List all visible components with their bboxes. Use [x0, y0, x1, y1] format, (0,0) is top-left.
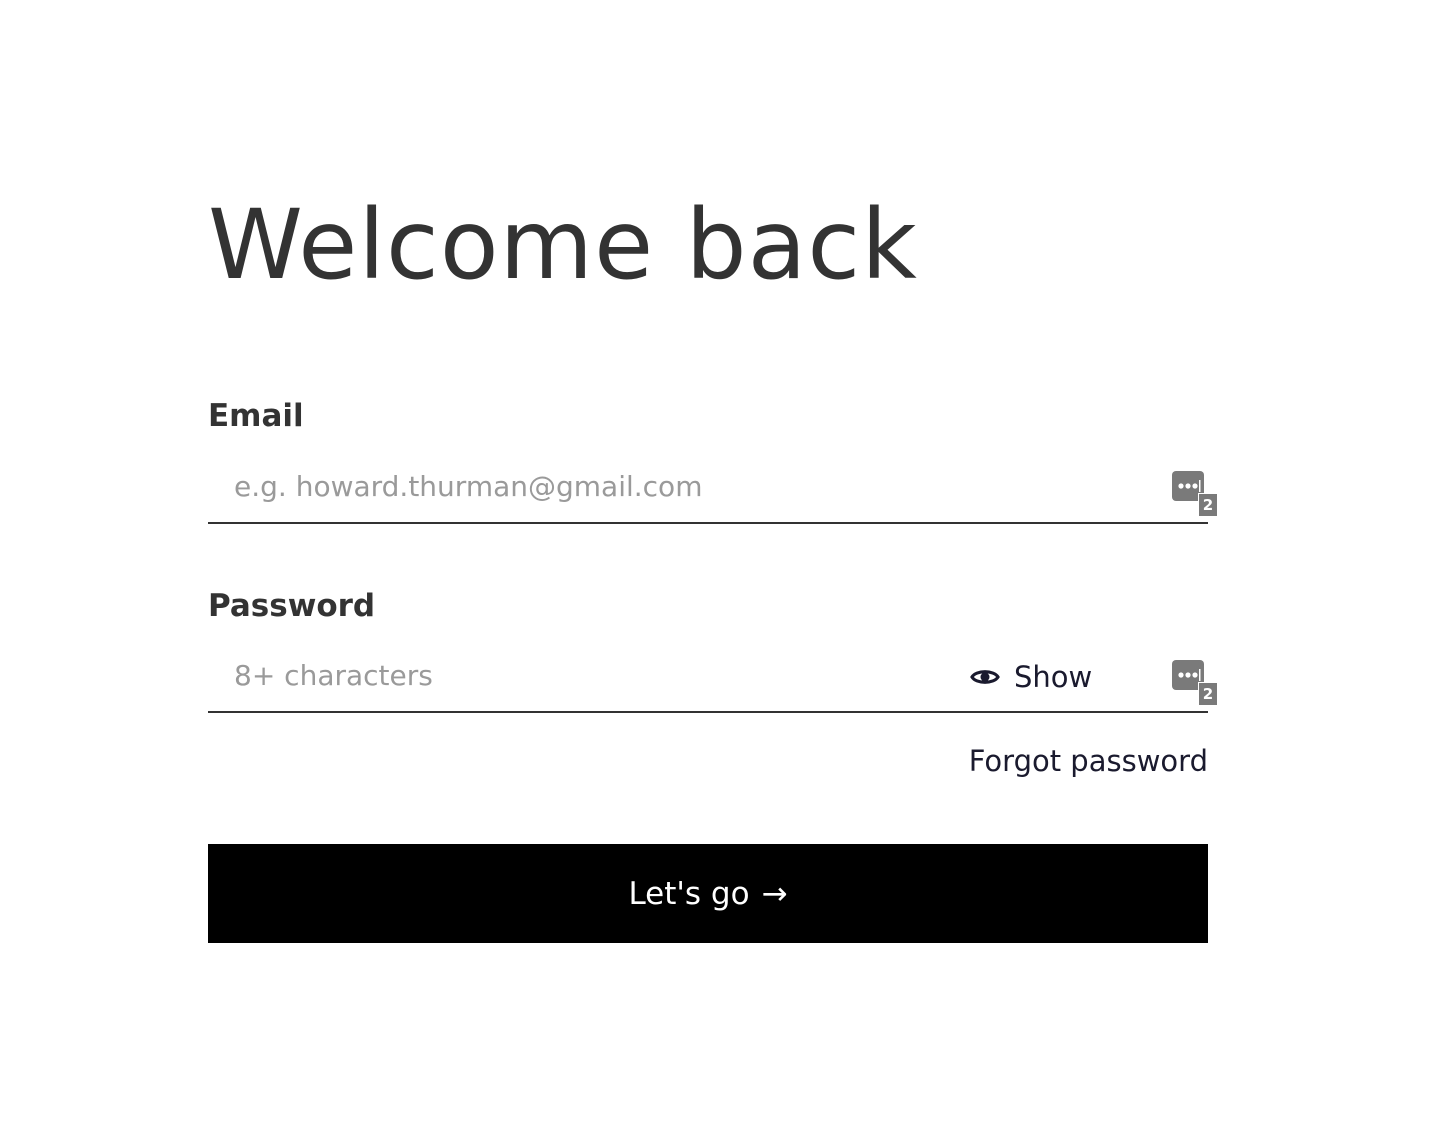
password-manager-count: 2 — [1198, 493, 1217, 516]
password-field-container: Show 2 — [208, 643, 1217, 713]
eye-icon — [970, 670, 1000, 684]
email-input[interactable] — [234, 464, 934, 508]
password-manager-icon[interactable]: 2 — [1172, 471, 1217, 516]
login-page: Welcome back Email 2 Password Show — [0, 0, 1436, 1130]
submit-button[interactable]: Let's go → — [208, 844, 1208, 943]
email-label: Email — [208, 398, 304, 434]
show-password-toggle[interactable]: Show — [970, 655, 1092, 699]
password-label: Password — [208, 588, 376, 624]
password-manager-count: 2 — [1198, 682, 1217, 705]
submit-label: Let's go — [628, 875, 750, 912]
password-input[interactable] — [234, 653, 934, 697]
password-manager-icon[interactable]: 2 — [1172, 660, 1217, 705]
email-field-container: 2 — [208, 454, 1217, 524]
show-password-label: Show — [1014, 660, 1093, 694]
arrow-right-icon: → — [761, 875, 788, 912]
forgot-password-link[interactable]: Forgot password — [969, 744, 1208, 778]
page-title: Welcome back — [208, 189, 918, 301]
